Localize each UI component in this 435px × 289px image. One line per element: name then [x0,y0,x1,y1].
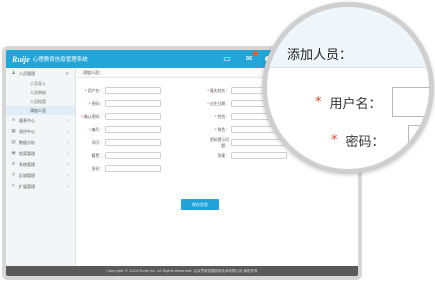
field-label: 身份： [91,165,103,171]
brand-logo: Ruije [12,54,30,64]
form-row-password: *密码： [79,100,161,107]
folder-icon: ▣ [11,151,16,156]
notification-badge [253,51,258,56]
number-field[interactable] [105,126,161,133]
tool-icon: ✎ [11,184,16,189]
sidebar: ♟ 人员管理 ∨ 人员导入 人员审核 人员档案 添加人员 ≡ 量表中心 › ▦ … [6,68,76,266]
form-row-username: *用户名： [79,87,161,94]
password-field[interactable] [105,100,161,107]
sidebar-item-assessment[interactable]: ▦ 测评中心 › [6,126,75,137]
sidebar-subitem-add[interactable]: 添加人员 [6,106,75,115]
form-row-confirm-password: *确认密码： [79,113,161,120]
zoom-username-field[interactable] [391,87,429,117]
location-icon: ⚲ [11,173,16,178]
field-label: 密码提示问题： [210,136,229,148]
chevron-right-icon: › [67,172,69,179]
education-select[interactable] [105,139,161,146]
sidebar-item-label: 区域管理 [19,172,35,178]
chevron-right-icon: › [67,117,69,124]
zoom-field-label: 用户名： [329,96,382,112]
sidebar-item-label: 数据分析 [19,139,35,145]
list-icon: ≡ [11,118,16,123]
sidebar-subitem-import[interactable]: 人员导入 [6,79,75,88]
username-field[interactable] [105,87,161,94]
sidebar-subitem-archive[interactable]: 人员档案 [6,97,75,106]
sidebar-item-personnel[interactable]: ♟ 人员管理 ∨ [6,68,75,79]
field-label: *角色： [214,126,229,132]
sidebar-item-extensions[interactable]: ✎ 扩展管理 › [6,181,75,192]
grid-icon: ▦ [11,129,16,134]
identity-select[interactable] [105,165,161,172]
field-label: *密码： [88,100,103,106]
answer-field[interactable] [231,152,287,159]
chevron-right-icon: › [67,128,69,135]
zoom-field-label: 密码： [345,134,385,150]
chevron-right-icon: › [67,139,69,146]
field-label: *出生日期： [207,100,229,106]
field-label: 籍贯： [91,152,103,158]
sidebar-item-archives[interactable]: ▣ 档案管理 › [6,148,75,159]
system-title: 心理教育信息管理系统 [32,57,88,63]
monitor-icon[interactable]: ▭ [222,54,232,64]
footer-copyright: Copyright © 2014 Ruijie Inc. All Rights … [6,266,358,276]
sidebar-item-label: 扩展管理 [19,183,35,189]
chevron-right-icon: › [67,150,69,157]
field-label: 学历： [91,139,103,145]
field-label: *确认密码： [81,113,103,119]
chevron-right-icon: › [67,161,69,168]
sidebar-item-label: 量表中心 [19,117,35,123]
field-label: *性别： [214,113,229,119]
sidebar-item-analysis[interactable]: ▤ 数据分析 › [6,137,75,148]
zoom-section-title: 添加人员： [287,48,353,63]
sidebar-item-label: 档案管理 [19,150,35,156]
sidebar-item-label: 人员管理 [19,70,35,76]
chevron-down-icon: ∨ [65,70,69,77]
field-label: *真实姓名： [207,87,229,93]
chart-icon: ▤ [11,140,16,145]
form-row-answer: 答案： [205,152,287,159]
settings-icon: ✲ [11,162,16,167]
hometown-field[interactable] [105,152,161,159]
zoom-row-password: * 密码： [331,125,429,155]
sidebar-subitem-review[interactable]: 人员审核 [6,88,75,97]
required-marker: * [331,132,338,148]
save-button[interactable]: 保存信息 [181,199,219,210]
field-label: 答案： [217,152,229,158]
chevron-right-icon: › [67,183,69,190]
field-label: *编号： [88,126,103,132]
sidebar-item-label: 测评中心 [19,128,35,134]
form-row-education: 学历： [79,139,161,146]
sidebar-item-label: 系统管理 [19,161,35,167]
form-row-hometown: 籍贯： [79,152,161,159]
sidebar-item-region[interactable]: ⚲ 区域管理 › [6,170,75,181]
form-row-security-question: 密码提示问题： [205,136,287,148]
user-icon: ♟ [11,71,16,76]
sidebar-item-system[interactable]: ✲ 系统管理 › [6,159,75,170]
field-label: *用户名： [84,87,103,93]
zoom-magnifier: 添加人员： * 用户名： * 密码： [262,2,434,174]
zoom-row-username: * 用户名： [315,87,429,117]
required-marker: * [315,94,322,110]
form-row-identity: 身份： [79,165,161,172]
zoom-password-field[interactable] [407,125,429,155]
sidebar-item-scales[interactable]: ≡ 量表中心 › [6,115,75,126]
form-row-number: *编号： [79,126,161,133]
message-icon[interactable]: ✉ [244,54,254,64]
confirm-password-field[interactable] [105,113,161,120]
